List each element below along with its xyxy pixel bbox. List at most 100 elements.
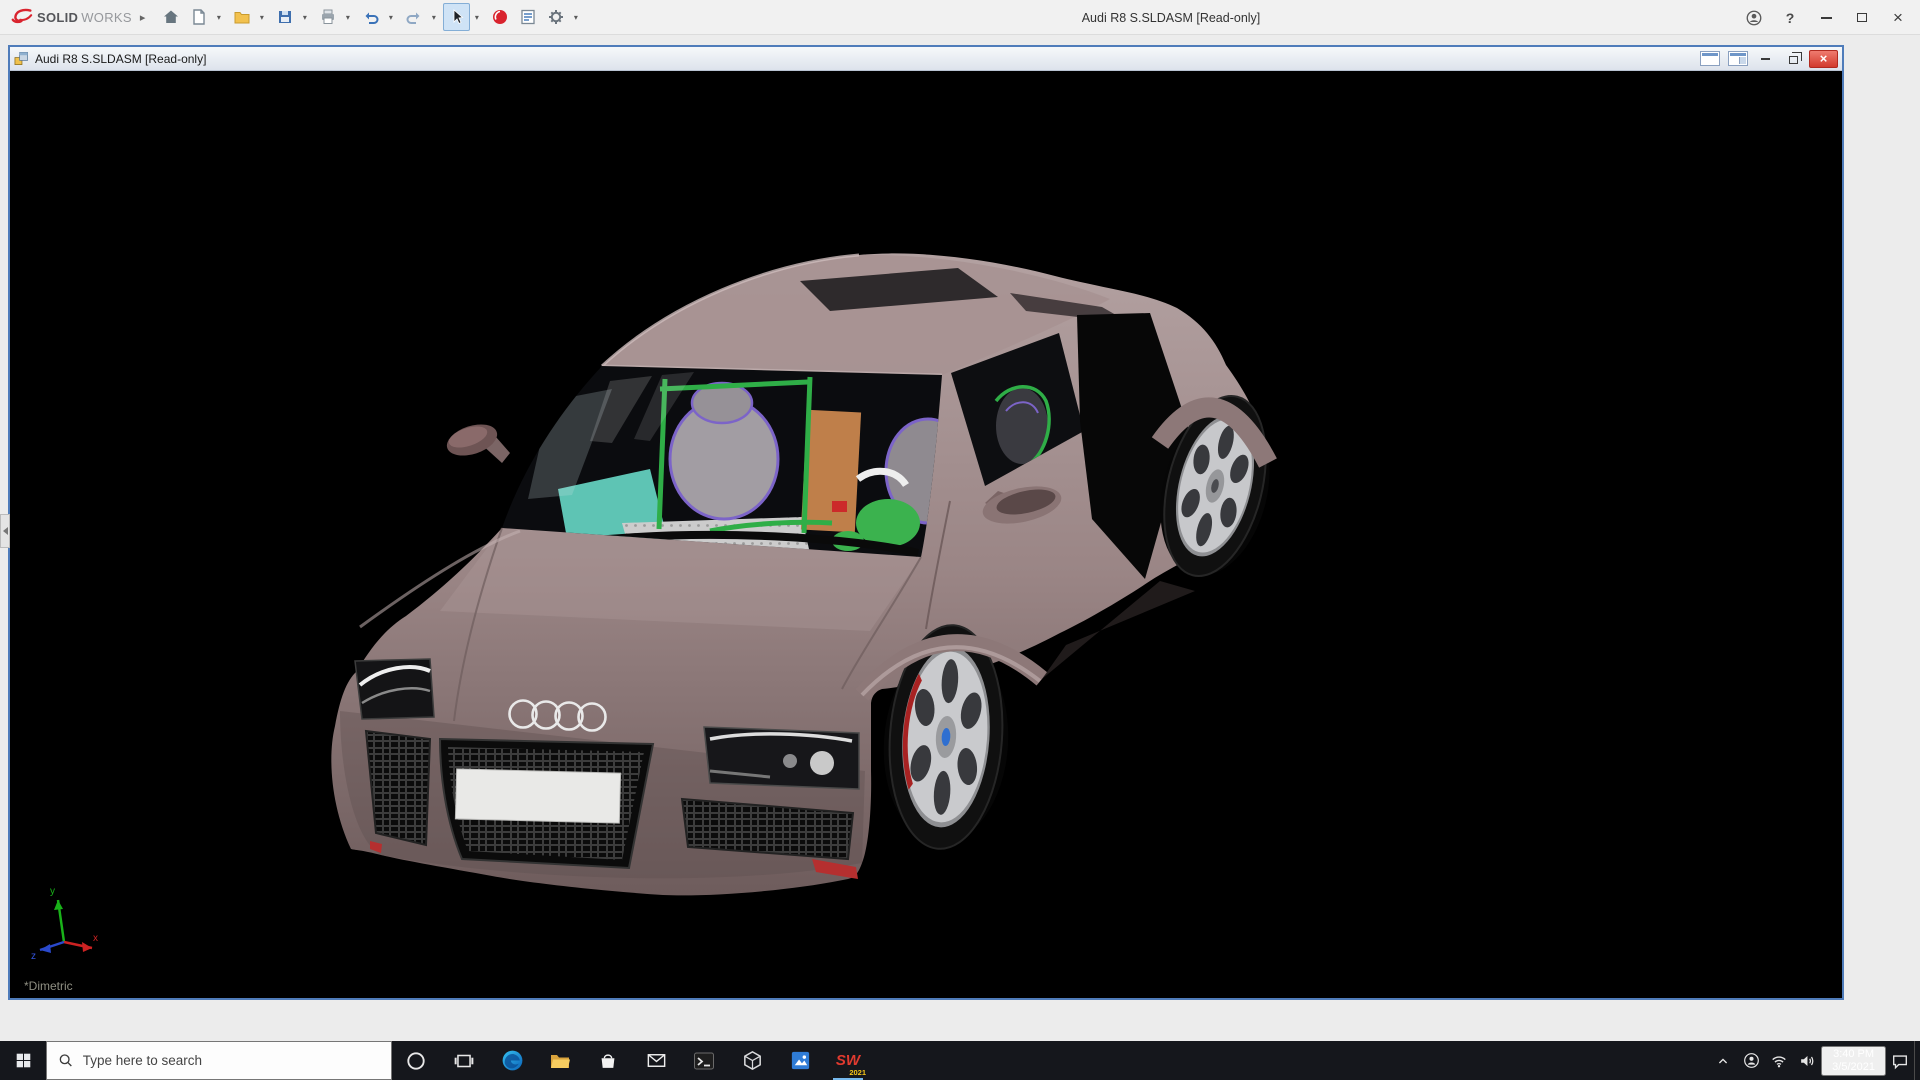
undo-button[interactable] [357, 3, 384, 31]
taskbar-clock[interactable]: 3:40 PM 3/5/2021 [1821, 1045, 1886, 1076]
task-view-button[interactable] [440, 1041, 488, 1080]
split-window-icon [1727, 51, 1748, 66]
document-title: Audi R8 S.SLDASM [Read-only] [35, 51, 207, 66]
photos-icon [791, 1051, 809, 1070]
file-properties-button[interactable] [514, 3, 541, 31]
brand-text-solid: SOLID [37, 9, 79, 25]
tray-account-button[interactable] [1737, 1041, 1765, 1080]
clock-date: 3/5/2021 [1832, 1060, 1875, 1073]
home-button[interactable] [157, 3, 184, 31]
edge-icon [502, 1050, 522, 1071]
wifi-icon [1772, 1055, 1786, 1067]
triad-z-label: z [31, 951, 36, 960]
document-minimize-button[interactable] [1753, 50, 1778, 68]
open-dropdown[interactable]: ▾ [255, 3, 268, 31]
save-dropdown[interactable]: ▾ [298, 3, 311, 31]
options-button[interactable] [542, 3, 569, 31]
license-plate [454, 768, 622, 824]
document-window: Audi R8 S.SLDASM [Read-only] × y x z *Di… [8, 45, 1844, 1000]
orientation-triad[interactable]: y x z [30, 882, 102, 960]
system-tray: 3:40 PM 3/5/2021 [1709, 1041, 1920, 1080]
minimize-button[interactable] [1808, 0, 1844, 35]
right-headlight [703, 726, 860, 790]
open-button[interactable] [228, 3, 255, 31]
action-center-button[interactable] [1886, 1041, 1914, 1080]
window-title: Audi R8 S.SLDASM [Read-only] [1081, 10, 1261, 25]
cad-viewer-button[interactable] [728, 1041, 776, 1080]
window-controls: ? × [1736, 0, 1916, 35]
select-arrow-icon [453, 9, 464, 25]
print-dropdown[interactable]: ▾ [341, 3, 354, 31]
file-properties-icon [521, 9, 535, 25]
terminal-icon [694, 1052, 714, 1069]
save-button[interactable] [271, 3, 298, 31]
document-close-button[interactable]: × [1809, 49, 1838, 68]
account-button[interactable] [1736, 0, 1772, 35]
file-explorer-button[interactable] [536, 1041, 584, 1080]
restore-icon [1789, 52, 1802, 64]
redo-button[interactable] [400, 3, 427, 31]
cube-icon [743, 1050, 761, 1071]
store-button[interactable] [584, 1041, 632, 1080]
chevron-up-icon [1719, 1057, 1728, 1063]
volume-button[interactable] [1793, 1041, 1821, 1080]
panel-collapse-tab[interactable] [0, 514, 10, 548]
mail-button[interactable] [632, 1041, 680, 1080]
new-document-button[interactable] [185, 3, 212, 31]
document-restore-button[interactable] [1781, 50, 1806, 68]
solidworks-logo: SOLID WORKS [0, 7, 136, 27]
taskbar-search[interactable] [46, 1041, 392, 1080]
assembly-file-icon [14, 52, 28, 65]
solidworks-taskbar-button[interactable]: SW 2021 [824, 1041, 872, 1080]
start-button[interactable] [0, 1041, 46, 1080]
maximize-button[interactable] [1844, 0, 1880, 35]
terminal-button[interactable] [680, 1041, 728, 1080]
chevron-left-icon [2, 527, 8, 535]
photos-button[interactable] [776, 1041, 824, 1080]
solidworks-app-icon: SW 2021 [833, 1046, 866, 1077]
application-header: SOLID WORKS ▸ ▾ ▾ ▾ ▾ ▾ ▾ ▾ ▾ Audi R8 S.… [0, 0, 1920, 35]
select-tool-button[interactable] [443, 3, 471, 31]
audi-r8-model[interactable] [10, 71, 1842, 998]
menu-expand-arrow[interactable]: ▸ [140, 11, 146, 24]
clock-time: 3:40 PM [1833, 1047, 1875, 1060]
pane-split-button[interactable] [1725, 50, 1750, 68]
graphics-viewport[interactable]: y x z *Dimetric [10, 71, 1842, 998]
chevron-down-icon: ▾ [573, 12, 578, 22]
redo-icon [406, 12, 420, 24]
cortana-button[interactable] [392, 1041, 440, 1080]
document-titlebar[interactable]: Audi R8 S.SLDASM [Read-only] × [10, 47, 1842, 71]
home-icon [163, 10, 178, 23]
open-folder-icon [234, 12, 250, 24]
options-dropdown[interactable]: ▾ [569, 3, 582, 31]
search-input[interactable] [82, 1053, 380, 1068]
new-document-dropdown[interactable]: ▾ [212, 3, 225, 31]
help-button[interactable]: ? [1772, 0, 1808, 35]
left-mirror [446, 424, 510, 463]
print-button[interactable] [314, 3, 341, 31]
pane-window-icon [1699, 51, 1720, 66]
task-view-icon [454, 1054, 474, 1067]
chevron-down-icon: ▾ [345, 12, 350, 22]
help-icon: ? [1785, 9, 1795, 26]
solidworks-app-label: SW [835, 1052, 861, 1069]
tray-expand-button[interactable] [1709, 1041, 1737, 1080]
view-orientation-label: *Dimetric [24, 979, 73, 993]
document-window-controls: × [1697, 49, 1838, 68]
select-tool-dropdown[interactable]: ▾ [470, 3, 483, 31]
network-button[interactable] [1765, 1041, 1793, 1080]
edge-button[interactable] [488, 1041, 536, 1080]
close-icon: × [1893, 8, 1903, 27]
close-button[interactable]: × [1880, 0, 1916, 35]
redo-dropdown[interactable]: ▾ [427, 3, 440, 31]
notification-icon [1893, 1054, 1907, 1069]
brand-text-works: WORKS [81, 9, 132, 25]
print-icon [321, 9, 334, 24]
undo-dropdown[interactable]: ▾ [384, 3, 397, 31]
minimize-icon [1761, 57, 1770, 60]
minimize-icon [1820, 16, 1832, 19]
pane-layout-button[interactable] [1697, 50, 1722, 68]
threedexperience-button[interactable] [486, 3, 513, 31]
solidworks-logo-icon [11, 8, 33, 24]
show-desktop-button[interactable] [1914, 1041, 1920, 1080]
